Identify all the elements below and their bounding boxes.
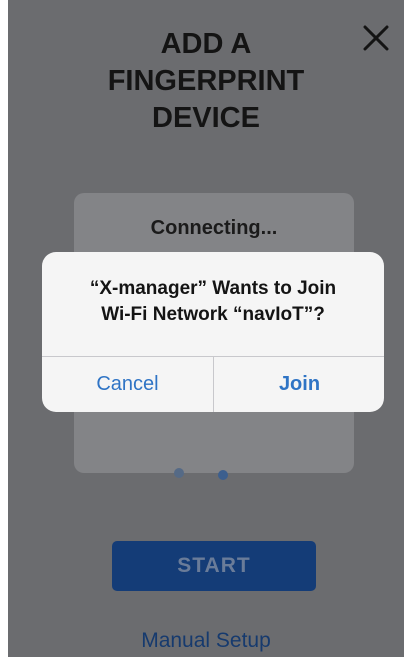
cancel-button[interactable]: Cancel	[42, 357, 213, 412]
page-indicator-dot-active	[218, 470, 228, 480]
join-button[interactable]: Join	[214, 357, 384, 412]
close-icon[interactable]	[360, 22, 392, 54]
app-screen: ADD A FINGERPRINT DEVICE Connecting... S…	[8, 0, 404, 657]
wifi-join-alert: “X-manager” Wants to Join Wi-Fi Network …	[42, 252, 384, 412]
page-title: ADD A FINGERPRINT DEVICE	[107, 28, 305, 134]
page-indicator-dot	[174, 468, 184, 478]
connecting-status-text: Connecting...	[150, 217, 278, 239]
manual-setup-link[interactable]: Manual Setup	[8, 629, 404, 653]
alert-message: “X-manager” Wants to Join Wi-Fi Network …	[89, 278, 337, 325]
start-button[interactable]: START	[112, 541, 316, 591]
